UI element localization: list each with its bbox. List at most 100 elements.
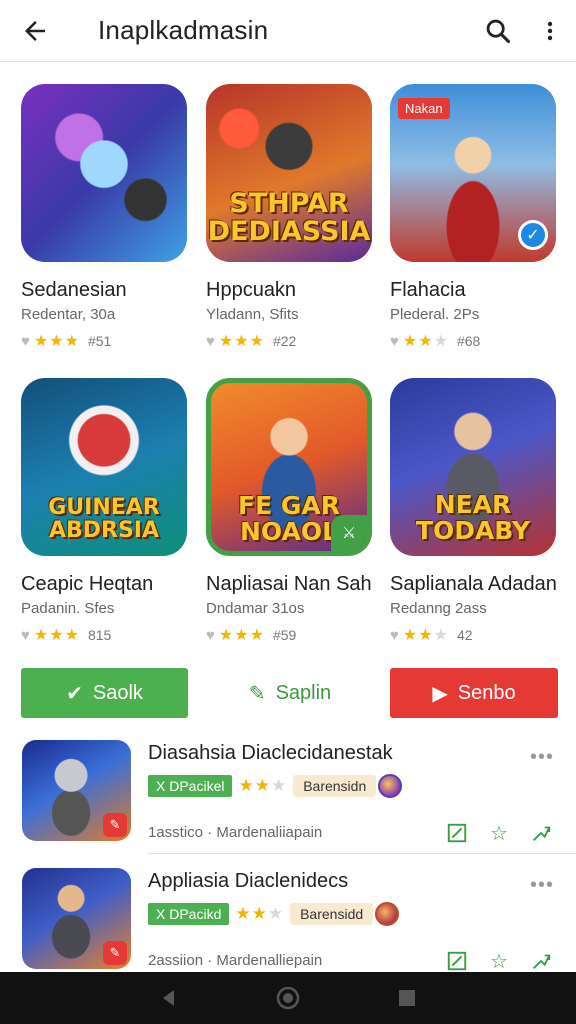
search-button[interactable]: [472, 0, 524, 62]
check-icon: ✔: [66, 682, 83, 705]
saplin-button-label: Saplin: [275, 681, 332, 704]
game-card[interactable]: Nakan ✓ Flahacia Plederal. 2Ps ♥ ★★★ #68: [390, 84, 560, 351]
saolk-button[interactable]: ✔ Saolk: [21, 668, 188, 718]
game-subtitle: Dndamar 31os: [206, 600, 305, 617]
list-item-actions: ☆: [444, 820, 554, 846]
star-rating-icon: ★★★: [402, 333, 449, 350]
list-item-thumbnail[interactable]: ✎: [22, 868, 131, 969]
heart-icon[interactable]: ♥: [390, 627, 399, 644]
avatar: [375, 902, 400, 926]
avatar: [378, 774, 403, 798]
game-rating: ♥ ★★★ #68: [390, 331, 560, 351]
game-rating: ♥ ★★★ #51: [21, 331, 191, 351]
heart-icon[interactable]: ♥: [206, 333, 215, 350]
game-art-text: GUINEAR ABDRSIA: [48, 495, 160, 544]
list-item-tags: X DPacikd ★★★ Barensidd: [148, 902, 400, 926]
search-icon: [486, 19, 511, 43]
sword-badge-icon: ⚔: [331, 515, 367, 551]
rating-text: #51: [87, 333, 112, 349]
edit-icon[interactable]: [444, 820, 470, 846]
game-title: Napliasai Nan Sah: [206, 573, 372, 595]
star-rating-icon: ★★★: [33, 333, 80, 350]
game-card[interactable]: Sedanesian Redentar, 30a ♥ ★★★ #51: [21, 84, 191, 351]
game-title: Sedanesian: [21, 279, 127, 301]
game-thumbnail[interactable]: STHPAR DEDIASSIA: [206, 84, 372, 262]
list-item-meta: 2assiion · Mardenalliepain: [148, 952, 323, 969]
trend-icon[interactable]: [528, 820, 554, 846]
more-horiz-icon[interactable]: •••: [530, 874, 554, 897]
star-rating-icon: ★★★: [235, 904, 285, 923]
label-tag: Barensidd: [290, 903, 374, 925]
trend-icon[interactable]: [528, 948, 554, 974]
game-subtitle: Padanin. Sfes: [21, 600, 115, 617]
divider: [148, 853, 576, 854]
more-horiz-icon[interactable]: •••: [530, 746, 554, 769]
game-card[interactable]: NEAR TODABY Saplianala Adadan Redanng 2a…: [390, 378, 560, 645]
heart-icon[interactable]: ♥: [21, 627, 30, 644]
rating-text: 815: [87, 627, 112, 643]
list-item-actions: ☆: [444, 948, 554, 974]
heart-icon[interactable]: ♥: [206, 627, 215, 644]
list-item-meta: 1asstico · Mardenaliiapain: [148, 824, 323, 841]
heart-icon[interactable]: ♥: [21, 333, 30, 350]
star-rating-icon: ★★★: [218, 627, 265, 644]
game-rating: ♥ ★★★ 42: [390, 625, 560, 645]
rating-text: #68: [456, 333, 481, 349]
game-art-text: STHPAR DEDIASSIA: [207, 188, 371, 248]
nav-back-button[interactable]: [149, 978, 189, 1018]
edit-icon[interactable]: [444, 948, 470, 974]
saolk-button-label: Saolk: [92, 681, 143, 704]
game-title: Hppcuakn: [206, 279, 297, 301]
star-rating-icon: ★★★: [218, 333, 265, 350]
game-subtitle: Plederal. 2Ps: [390, 306, 480, 323]
category-tag: X DPacikd: [148, 903, 230, 925]
game-card[interactable]: STHPAR DEDIASSIA Hppcuakn Yladann, Sfits…: [206, 84, 376, 351]
heart-icon[interactable]: ♥: [390, 333, 399, 350]
game-subtitle: Redentar, 30a: [21, 306, 116, 323]
list-item[interactable]: ✎ Diasahsia Diaclecidanestak ••• X DPaci…: [0, 740, 576, 862]
arrow-back-icon: [25, 20, 45, 41]
game-subtitle: Redanng 2ass: [390, 600, 487, 617]
game-thumbnail[interactable]: [21, 84, 187, 262]
star-outline-icon[interactable]: ☆: [486, 948, 512, 974]
label-tag: Barensidn: [293, 775, 377, 797]
list-item-title: Appliasia Diaclenidecs: [148, 870, 349, 892]
game-rating: ♥ ★★★ #22: [206, 331, 376, 351]
triangle-back-icon: [163, 990, 175, 1006]
list-item-title: Diasahsia Diaclecidanestak: [148, 742, 393, 764]
nav-recents-button[interactable]: [387, 978, 427, 1018]
game-card[interactable]: FE GAR NOAOL ⚔ Napliasai Nan Sah Dndamar…: [206, 378, 376, 645]
category-tag: X DPacikel: [148, 775, 233, 797]
app-bar: Inaplkadmasin: [0, 0, 576, 62]
saplin-button[interactable]: ✎ Saplin: [206, 668, 374, 718]
game-art-text: NEAR TODABY: [415, 490, 531, 546]
nav-home-button[interactable]: [268, 978, 308, 1018]
rating-text: #22: [272, 333, 297, 349]
verified-check-icon: ✓: [518, 220, 548, 250]
square-recents-icon: [398, 990, 415, 1006]
game-thumbnail[interactable]: GUINEAR ABDRSIA: [21, 378, 187, 556]
senbo-button-label: Senbo: [457, 681, 516, 704]
action-button-row: ✔ Saolk ✎ Saplin ▶ Senbo: [21, 668, 559, 718]
senbo-button[interactable]: ▶ Senbo: [390, 668, 558, 718]
game-thumbnail[interactable]: Nakan ✓: [390, 84, 556, 262]
back-button[interactable]: [0, 0, 70, 62]
game-title: Saplianala Adadan: [390, 573, 557, 595]
star-outline-icon[interactable]: ☆: [486, 820, 512, 846]
list-item-thumbnail[interactable]: ✎: [22, 740, 131, 841]
list-item-tags: X DPacikel ★★★ Barensidn: [148, 774, 403, 798]
circle-home-icon: [276, 986, 300, 1010]
star-rating-icon: ★★★: [238, 776, 288, 795]
star-rating-icon: ★★★: [402, 627, 449, 644]
game-title: Flahacia: [390, 279, 466, 301]
game-rating: ♥ ★★★ #59: [206, 625, 376, 645]
game-thumbnail[interactable]: FE GAR NOAOL ⚔: [206, 378, 372, 556]
game-thumbnail[interactable]: NEAR TODABY: [390, 378, 556, 556]
pencil-icon: ✎: [248, 682, 266, 705]
more-vert-icon: [547, 21, 553, 40]
system-nav-bar: [0, 972, 576, 1024]
game-title: Ceapic Heqtan: [21, 573, 154, 595]
game-card[interactable]: GUINEAR ABDRSIA Ceapic Heqtan Padanin. S…: [21, 378, 191, 645]
rating-text: 42: [456, 627, 473, 643]
overflow-menu-button[interactable]: [524, 0, 576, 62]
